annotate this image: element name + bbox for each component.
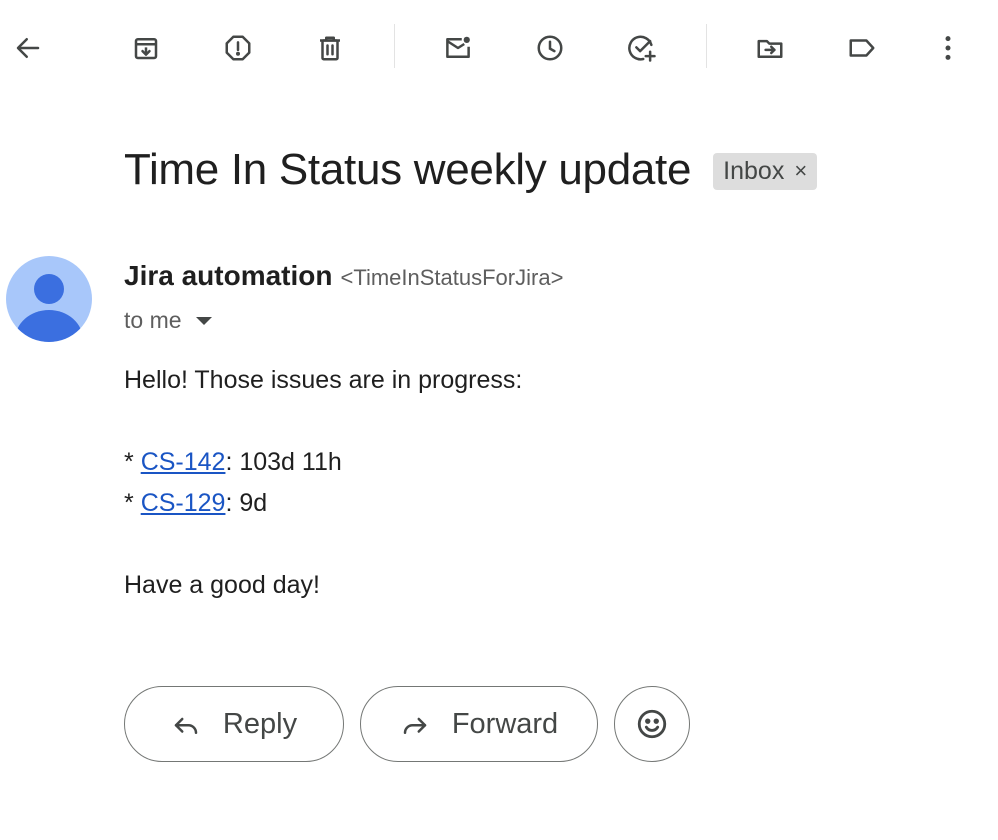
report-spam-button[interactable] [216, 26, 260, 70]
forward-icon [403, 717, 427, 734]
move-to-icon [757, 39, 783, 58]
add-task-icon [628, 35, 656, 62]
sender-name[interactable]: Jira automation [124, 260, 332, 292]
snooze-button[interactable] [528, 26, 572, 70]
add-to-tasks-button[interactable] [620, 26, 664, 70]
inbox-label-chip: Inbox × [713, 152, 818, 190]
delete-button[interactable] [308, 26, 352, 70]
chevron-down-icon [195, 316, 212, 325]
more-icon [945, 36, 951, 60]
toolbar-divider [706, 24, 707, 68]
email-subject: Time In Status weekly update [124, 145, 692, 194]
mark-unread-button[interactable] [436, 26, 480, 70]
body-closing: Have a good day! [124, 571, 320, 599]
issue-link[interactable]: CS-142 [141, 448, 226, 476]
issue-line: * CS-142: 103d 11h [124, 446, 342, 478]
remove-label-button[interactable]: × [794, 160, 807, 182]
sender-info: Jira automation <TimeInStatusForJira> [124, 260, 563, 292]
reply-label: Reply [222, 707, 298, 740]
sender-avatar[interactable] [6, 256, 92, 342]
email-toolbar [0, 0, 998, 92]
subject-row: Time In Status weekly update Inbox × [124, 140, 818, 200]
emoji-icon [637, 709, 667, 739]
bullet: * [124, 489, 134, 517]
person-icon [15, 274, 83, 342]
forward-button[interactable]: Forward [360, 686, 598, 762]
sender-email: <TimeInStatusForJira> [340, 265, 564, 290]
label-button[interactable] [840, 26, 884, 70]
reply-button[interactable]: Reply [124, 686, 344, 762]
back-arrow-icon [16, 38, 40, 58]
archive-icon [134, 38, 158, 60]
mark-unread-icon [446, 36, 470, 58]
move-to-button[interactable] [748, 26, 792, 70]
recipient-details-toggle[interactable]: to me [124, 307, 212, 334]
forward-label: Forward [451, 707, 559, 740]
issue-duration: : 103d 11h [225, 448, 342, 476]
issue-duration: : 9d [225, 489, 268, 517]
recipient-text: to me [124, 307, 182, 333]
issue-line: * CS-129: 9d [124, 487, 267, 519]
report-spam-icon [225, 35, 251, 61]
back-button[interactable] [6, 26, 50, 70]
body-greeting: Hello! Those issues are in progress: [124, 366, 523, 394]
more-options-button[interactable] [926, 26, 970, 70]
bullet: * [124, 448, 134, 476]
label-chip-text: Inbox [723, 156, 785, 185]
snooze-icon [537, 35, 563, 61]
reply-icon [174, 717, 198, 734]
label-icon [849, 39, 875, 57]
emoji-reaction-button[interactable] [614, 686, 690, 762]
toolbar-divider [394, 24, 395, 68]
delete-icon [320, 36, 340, 61]
archive-button[interactable] [124, 26, 168, 70]
issue-link[interactable]: CS-129 [141, 489, 226, 517]
